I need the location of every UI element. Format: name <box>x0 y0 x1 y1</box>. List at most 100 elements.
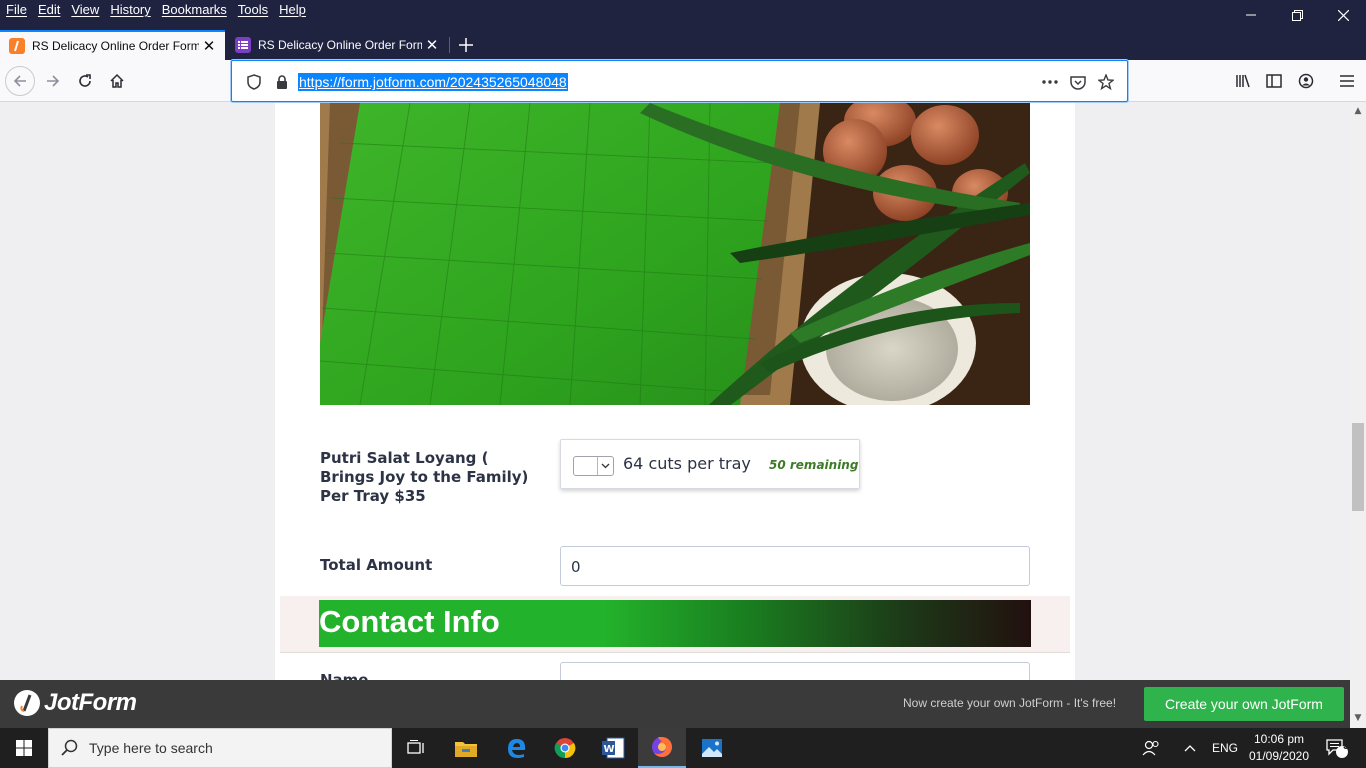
menu-tools[interactable]: Tools <box>238 2 268 17</box>
address-bar[interactable]: https://form.jotform.com/202435265048048 <box>231 60 1128 102</box>
name-field[interactable] <box>560 662 1030 680</box>
task-view-icon <box>407 740 424 754</box>
total-label: Total Amount <box>320 556 433 574</box>
svg-text:W: W <box>604 744 615 755</box>
chrome-icon <box>554 738 576 759</box>
language-indicator[interactable]: ENG <box>1212 728 1238 768</box>
list-favicon-icon <box>235 37 251 53</box>
tab-rs-delicacy-inactive[interactable]: RS Delicacy Online Order Form ✕ <box>226 30 448 60</box>
total-amount-value: 0 <box>571 558 581 576</box>
lock-icon[interactable] <box>272 72 292 92</box>
tab-title: RS Delicacy Online Order Form <box>32 39 199 53</box>
menu-history[interactable]: History <box>110 2 150 17</box>
home-button[interactable] <box>102 66 132 96</box>
menu-bar: File Edit View History Bookmarks Tools H… <box>0 0 1366 30</box>
option-text: 64 cuts per tray <box>623 454 751 473</box>
menu-view[interactable]: View <box>71 2 99 17</box>
contact-section-header: Contact Info <box>319 600 1031 647</box>
show-hidden-icons-button[interactable] <box>1180 728 1200 768</box>
url-text[interactable]: https://form.jotform.com/202435265048048 <box>298 73 568 91</box>
page-actions-icon[interactable] <box>1040 72 1060 92</box>
account-icon <box>1298 73 1314 89</box>
menu-edit[interactable]: Edit <box>38 2 60 17</box>
create-jotform-button[interactable]: Create your own JotForm <box>1144 687 1344 721</box>
photos-button[interactable] <box>688 728 736 768</box>
taskbar-clock[interactable]: 10:06 pm 01/09/2020 <box>1244 731 1314 765</box>
sidebar-button[interactable] <box>1259 66 1289 96</box>
tracking-shield-icon[interactable] <box>244 72 264 92</box>
restore-icon <box>1291 9 1303 21</box>
word-icon: W <box>602 737 625 759</box>
scroll-down-icon[interactable]: ▼ <box>1350 710 1366 726</box>
start-button[interactable] <box>0 728 48 768</box>
forward-arrow-icon <box>47 75 60 87</box>
tab-rs-delicacy-active[interactable]: RS Delicacy Online Order Form ✕ <box>0 30 225 60</box>
tab-close-icon[interactable]: ✕ <box>422 36 442 54</box>
file-explorer-button[interactable] <box>442 728 490 768</box>
tab-title: RS Delicacy Online Order Form <box>258 38 422 52</box>
folder-icon <box>455 742 477 757</box>
menu-help[interactable]: Help <box>279 2 306 17</box>
jotform-logo[interactable]: JotForm <box>14 689 137 717</box>
scroll-thumb[interactable] <box>1352 423 1364 511</box>
action-center-button[interactable]: 3 <box>1322 728 1352 768</box>
menu-bookmarks[interactable]: Bookmarks <box>162 2 227 17</box>
tab-close-icon[interactable]: ✕ <box>199 37 219 55</box>
photos-icon <box>702 739 722 757</box>
notification-count: 3 <box>1343 741 1349 752</box>
product-photo <box>320 103 1030 405</box>
minimize-button[interactable] <box>1228 0 1274 30</box>
edge-button[interactable] <box>492 728 540 768</box>
total-amount-field[interactable]: 0 <box>560 546 1030 586</box>
jotform-favicon-icon <box>9 38 25 54</box>
back-arrow-icon <box>13 75 26 87</box>
quantity-select[interactable] <box>573 456 614 476</box>
chevron-down-icon <box>597 457 613 475</box>
tab-separator <box>449 37 450 53</box>
section-title: Contact Info <box>319 604 500 639</box>
plus-icon <box>459 38 473 52</box>
edge-icon <box>508 739 526 758</box>
windows-taskbar: Type here to search W ENG 10:06 pm 01/09… <box>0 728 1366 768</box>
menu-items: File Edit View History Bookmarks Tools H… <box>6 2 306 17</box>
name-label: Name <box>320 671 369 680</box>
people-button[interactable] <box>1140 728 1162 768</box>
close-window-button[interactable] <box>1320 0 1366 30</box>
pocket-icon[interactable] <box>1068 72 1088 92</box>
contact-section-band: Contact Info <box>280 596 1070 653</box>
jotform-logo-text: JotForm <box>44 689 137 716</box>
task-view-button[interactable] <box>392 728 440 768</box>
new-tab-button[interactable] <box>455 30 477 60</box>
library-button[interactable] <box>1228 66 1258 96</box>
scroll-up-icon[interactable]: ▲ <box>1350 103 1366 119</box>
forward-button[interactable] <box>38 66 68 96</box>
promo-text: Now create your own JotForm - It's free! <box>903 696 1117 710</box>
menu-button[interactable] <box>1332 66 1362 96</box>
clock-time: 10:06 pm <box>1253 732 1305 746</box>
hamburger-icon <box>1340 75 1354 87</box>
remaining-badge: 50 remaining <box>769 458 859 472</box>
bookmark-star-icon[interactable] <box>1096 72 1116 92</box>
taskbar-search-box[interactable]: Type here to search <box>48 728 392 768</box>
search-placeholder: Type here to search <box>89 740 213 756</box>
firefox-button[interactable] <box>638 728 686 768</box>
restore-button[interactable] <box>1274 0 1320 30</box>
firefox-icon <box>652 737 672 757</box>
home-icon <box>110 73 124 88</box>
reload-button[interactable] <box>70 66 100 96</box>
page-viewport: Putri Salat Loyang ( Brings Joy to the F… <box>0 103 1350 680</box>
product-option-box: 64 cuts per tray 50 remaining <box>560 439 860 489</box>
word-button[interactable]: W <box>589 728 637 768</box>
back-button[interactable] <box>5 66 35 96</box>
minimize-icon <box>1246 14 1256 16</box>
chrome-button[interactable] <box>541 728 589 768</box>
account-button[interactable] <box>1291 66 1321 96</box>
sidebar-icon <box>1266 74 1282 88</box>
clock-date: 01/09/2020 <box>1248 749 1310 763</box>
menu-file[interactable]: File <box>6 2 27 17</box>
windows-logo-icon <box>16 740 32 756</box>
chevron-up-icon <box>1184 745 1196 752</box>
people-icon <box>1142 740 1159 756</box>
page-scrollbar[interactable]: ▲ ▼ <box>1350 103 1366 728</box>
jotform-promo-bar: JotForm Now create your own JotForm - It… <box>0 680 1350 728</box>
